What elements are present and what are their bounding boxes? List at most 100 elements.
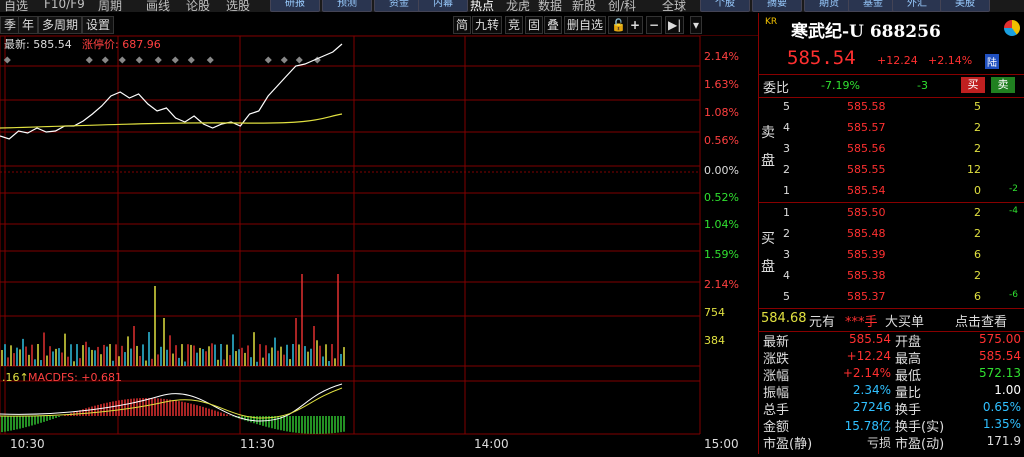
menu-forum[interactable]: 论股 [186,0,210,12]
overlay-button[interactable]: 叠 [544,16,563,34]
latest-label: 最新: 585.54 [4,37,72,51]
forecast-button[interactable]: 预测 [322,0,372,12]
kr-tag: KR [765,17,778,27]
menu-f10[interactable]: F10/F9 [44,0,85,11]
tab-season[interactable]: 季 [0,16,21,34]
marker-diamond [295,56,303,64]
menu-chuangke[interactable]: 创/科 [608,0,636,12]
marker-diamond [206,56,214,64]
book-volume: 5 [974,100,981,113]
book-volume: 2 [974,206,981,219]
forward-icon[interactable]: ▶| [665,16,685,34]
big-order-bar: 584.68 元有 ***手 大买单 点击查看 [759,308,1024,332]
menu-hot[interactable]: 热点 [470,0,494,12]
pct-tick-label: 0.52% [704,191,739,204]
tab-year[interactable]: 年 [18,16,39,34]
book-level: 3 [783,248,790,261]
menu-zixuan[interactable]: 自选 [4,0,28,12]
dropdown-icon[interactable]: ▾ [690,16,703,34]
macd-prefix: .16↑ [2,371,29,384]
stat-value: 0.65% [982,400,1021,414]
forex-button[interactable]: 外汇 [892,0,942,12]
view-big-order-link[interactable]: 点击查看 [955,311,1007,330]
sell-button[interactable]: 卖 [991,77,1015,93]
insider-button[interactable]: 内幕 [418,0,468,12]
book-delta: -2 [1009,184,1018,194]
tab-multi-period[interactable]: 多周期 [38,16,83,34]
stat-value: 1.35% [982,417,1021,431]
book-price: 585.37 [847,290,886,303]
tab-settings[interactable]: 设置 [82,16,115,34]
stats-row: 最新 585.54 开盘 575.00 [759,331,1024,350]
funds-button[interactable]: 资金 [374,0,424,12]
fixed-button[interactable]: 固 [525,16,544,34]
summary-button[interactable]: 摘要 [752,0,802,12]
futures-button[interactable]: 期货 [804,0,854,12]
book-volume: 2 [974,227,981,240]
bid-book: 买盘 1 585.50 2 -4 2 585.48 2 3 585.39 6 4 585.38 2 5 58… [759,203,1024,307]
book-price: 585.58 [847,100,886,113]
research-button[interactable]: 研报 [270,0,320,12]
book-volume: 12 [967,163,981,176]
book-level: 5 [783,290,790,303]
limit-price-label: 涨停价: 687.96 [82,37,161,51]
menu-draw[interactable]: 画线 [146,0,170,12]
buy-button[interactable]: 买 [961,77,985,93]
price-change: +12.24 [877,54,918,67]
menu-lhb[interactable]: 龙虎 [506,0,530,12]
auction-button[interactable]: 竞 [505,16,524,34]
book-row[interactable]: 2 585.55 12 [759,160,1024,181]
book-row[interactable]: 3 585.39 6 [759,245,1024,266]
menu-stock-pick[interactable]: 选股 [226,0,250,12]
marker-diamond [280,56,288,64]
menu-data[interactable]: 数据 [538,0,562,12]
delete-watch-button[interactable]: 删自选 [564,16,607,34]
book-row[interactable]: 3 585.56 2 [759,139,1024,160]
book-row[interactable]: 5 585.37 6 -6 [759,287,1024,308]
menu-period[interactable]: 周期 [98,0,122,12]
marker-diamond [264,56,272,64]
simple-button[interactable]: 简 [453,16,472,34]
pie-icon[interactable] [1004,20,1020,36]
book-row[interactable]: 4 585.57 2 [759,118,1024,139]
price-change-pct: +2.14% [928,54,973,67]
pct-tick-label: 1.04% [704,218,739,231]
book-volume: 0 [974,184,981,197]
us-stock-button[interactable]: 美股 [940,0,990,12]
big-order-stars: ***手 [845,315,878,330]
book-row[interactable]: 2 585.48 2 [759,224,1024,245]
time-tick-label: 14:00 [474,437,509,451]
fund-button[interactable]: 基金 [848,0,898,12]
nine-turn-button[interactable]: 九转 [472,16,503,34]
lock-icon[interactable]: 🔓 [608,16,629,34]
stock-name: 寒武纪-U 688256 [791,22,941,42]
plus-icon[interactable]: + [627,16,644,34]
ask-book: 卖盘 5 585.58 5 4 585.57 2 3 585.56 2 2 585.55 12 1 585… [759,97,1024,203]
minus-icon[interactable]: − [646,16,663,34]
time-tick-label: 10:30 [10,437,45,451]
book-volume: 6 [974,248,981,261]
marker-diamond [135,56,143,64]
book-volume: 2 [974,269,981,282]
book-level: 4 [783,269,790,282]
pct-tick-label: 0.56% [704,134,739,147]
stock-button[interactable]: 个股 [700,0,750,12]
book-row[interactable]: 4 585.38 2 [759,266,1024,287]
book-price: 585.48 [847,227,886,240]
pct-tick-label: 2.14% [704,50,739,63]
book-row[interactable]: 1 585.50 2 -4 [759,203,1024,224]
book-level: 1 [783,206,790,219]
stats-row: 涨跌 +12.24 最高 585.54 [759,348,1024,367]
stat-value: 572.13 [979,366,1021,380]
book-row[interactable]: 1 585.54 0 -2 [759,181,1024,202]
pct-tick-label: 1.63% [704,78,739,91]
book-volume: 2 [974,121,981,134]
weibi-label: 委比 [763,81,790,96]
exchange-badge: 陆 [985,54,999,69]
intraday-chart[interactable]: 2.14% 1.63% 1.08% 0.56% 0.00% 0.52% 1.04% 1.59%… [0,35,758,454]
stat-value: 585.54 [979,349,1021,363]
book-row[interactable]: 5 585.58 5 [759,97,1024,118]
menu-new-stock[interactable]: 新股 [572,0,596,12]
marker-diamond [187,56,195,64]
menu-global[interactable]: 全球 [662,0,686,12]
